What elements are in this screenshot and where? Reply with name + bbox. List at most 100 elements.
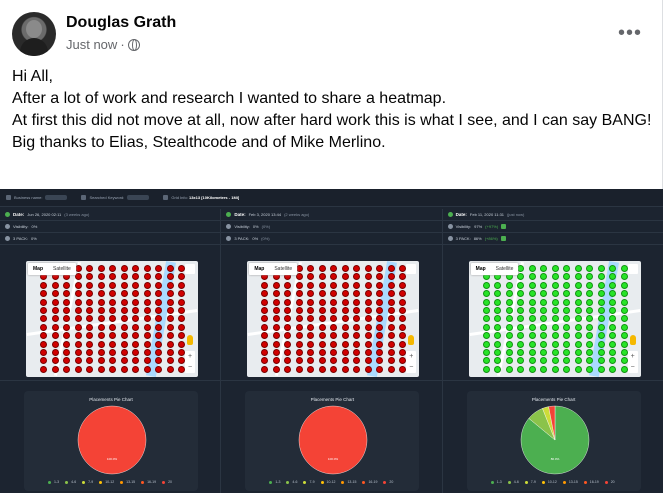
rank-dot[interactable]	[120, 357, 128, 365]
rank-dot[interactable]	[387, 273, 395, 281]
rank-dot[interactable]	[597, 265, 605, 272]
rank-dot[interactable]	[261, 365, 269, 373]
rank-dot[interactable]	[86, 265, 93, 272]
rank-dot[interactable]	[284, 365, 292, 373]
tab-satellite[interactable]: Satellite	[269, 263, 297, 275]
rank-dot[interactable]	[143, 273, 151, 281]
rank-dot[interactable]	[364, 273, 372, 281]
rank-dot[interactable]	[120, 340, 128, 348]
rank-dot[interactable]	[155, 357, 162, 365]
rank-dot[interactable]	[505, 315, 513, 323]
fullscreen-icon[interactable]	[627, 264, 638, 274]
rank-dot[interactable]	[109, 349, 116, 356]
rank-dot[interactable]	[551, 265, 559, 272]
rank-dot[interactable]	[540, 298, 548, 306]
rank-dot[interactable]	[563, 281, 571, 289]
rank-dot[interactable]	[63, 349, 70, 356]
rank-dot[interactable]	[341, 332, 349, 340]
rank-dot[interactable]	[597, 365, 605, 373]
rank-dot[interactable]	[620, 315, 628, 323]
rank-dot[interactable]	[528, 323, 536, 331]
rank-dot[interactable]	[563, 365, 571, 373]
rank-dot[interactable]	[620, 365, 628, 373]
rank-dot[interactable]	[482, 315, 490, 323]
rank-dot[interactable]	[609, 332, 617, 340]
rank-dot[interactable]	[609, 349, 617, 356]
rank-dot[interactable]	[609, 357, 617, 365]
rank-dot[interactable]	[540, 265, 548, 272]
rank-dot[interactable]	[528, 365, 536, 373]
rank-dot[interactable]	[482, 323, 490, 331]
rank-dot[interactable]	[166, 281, 174, 289]
rank-dot[interactable]	[155, 265, 162, 272]
rank-dot[interactable]	[482, 281, 490, 289]
rank-dot[interactable]	[609, 323, 617, 331]
rank-dot[interactable]	[143, 298, 151, 306]
rank-dot[interactable]	[574, 281, 582, 289]
rank-dot[interactable]	[528, 290, 536, 298]
rank-dot[interactable]	[609, 298, 617, 306]
rank-dot[interactable]	[494, 307, 502, 314]
rank-dot[interactable]	[387, 323, 395, 331]
rank-dot[interactable]	[97, 273, 105, 281]
rank-dot[interactable]	[51, 349, 59, 356]
rank-dot[interactable]	[494, 340, 502, 348]
rank-dot[interactable]	[540, 307, 548, 314]
rank-dot[interactable]	[609, 265, 617, 272]
rank-dot[interactable]	[51, 323, 59, 331]
rank-dot[interactable]	[551, 357, 559, 365]
rank-dot[interactable]	[399, 365, 407, 373]
rank-dot[interactable]	[120, 349, 128, 356]
rank-dot[interactable]	[272, 315, 280, 323]
rank-dot[interactable]	[597, 323, 605, 331]
rank-dot[interactable]	[272, 281, 280, 289]
rank-dot[interactable]	[120, 273, 128, 281]
rank-dot[interactable]	[261, 281, 269, 289]
rank-dot[interactable]	[272, 349, 280, 356]
rank-dot[interactable]	[86, 315, 93, 323]
rank-dot[interactable]	[74, 357, 82, 365]
rank-dot[interactable]	[353, 332, 361, 340]
rank-dot[interactable]	[353, 273, 361, 281]
rank-dot[interactable]	[517, 340, 525, 348]
rank-dot[interactable]	[120, 265, 128, 272]
rank-dot[interactable]	[551, 290, 559, 298]
rank-dot[interactable]	[540, 332, 548, 340]
rank-dot[interactable]	[376, 307, 384, 314]
rank-dot[interactable]	[376, 281, 384, 289]
rank-dot[interactable]	[563, 315, 571, 323]
rank-dot[interactable]	[97, 332, 105, 340]
rank-dot[interactable]	[494, 281, 502, 289]
rank-dot[interactable]	[97, 365, 105, 373]
rank-dot[interactable]	[597, 307, 605, 314]
rank-dot[interactable]	[318, 315, 326, 323]
rank-dot[interactable]	[97, 290, 105, 298]
rank-dot[interactable]	[143, 281, 151, 289]
rank-dot[interactable]	[166, 273, 174, 281]
rank-dot[interactable]	[494, 323, 502, 331]
rank-dot[interactable]	[353, 281, 361, 289]
rank-dot[interactable]	[399, 315, 407, 323]
rank-dot[interactable]	[620, 290, 628, 298]
rank-dot[interactable]	[540, 273, 548, 281]
rank-dot[interactable]	[97, 323, 105, 331]
rank-dot[interactable]	[586, 357, 594, 365]
rank-dot[interactable]	[261, 340, 269, 348]
rank-dot[interactable]	[40, 298, 47, 306]
rank-dot[interactable]	[364, 332, 372, 340]
rank-dot[interactable]	[364, 349, 372, 356]
rank-dot[interactable]	[86, 290, 93, 298]
rank-dot[interactable]	[120, 365, 128, 373]
rank-dot[interactable]	[364, 323, 372, 331]
rank-dot[interactable]	[74, 332, 82, 340]
rank-dot[interactable]	[364, 365, 372, 373]
rank-dot[interactable]	[295, 357, 303, 365]
rank-dot[interactable]	[597, 273, 605, 281]
rank-dot[interactable]	[272, 340, 280, 348]
rank-dot[interactable]	[505, 323, 513, 331]
rank-dot[interactable]	[272, 298, 280, 306]
rank-dot[interactable]	[620, 273, 628, 281]
pie-slice[interactable]	[77, 405, 147, 475]
rank-dot[interactable]	[330, 323, 338, 331]
rank-dot[interactable]	[86, 273, 93, 281]
